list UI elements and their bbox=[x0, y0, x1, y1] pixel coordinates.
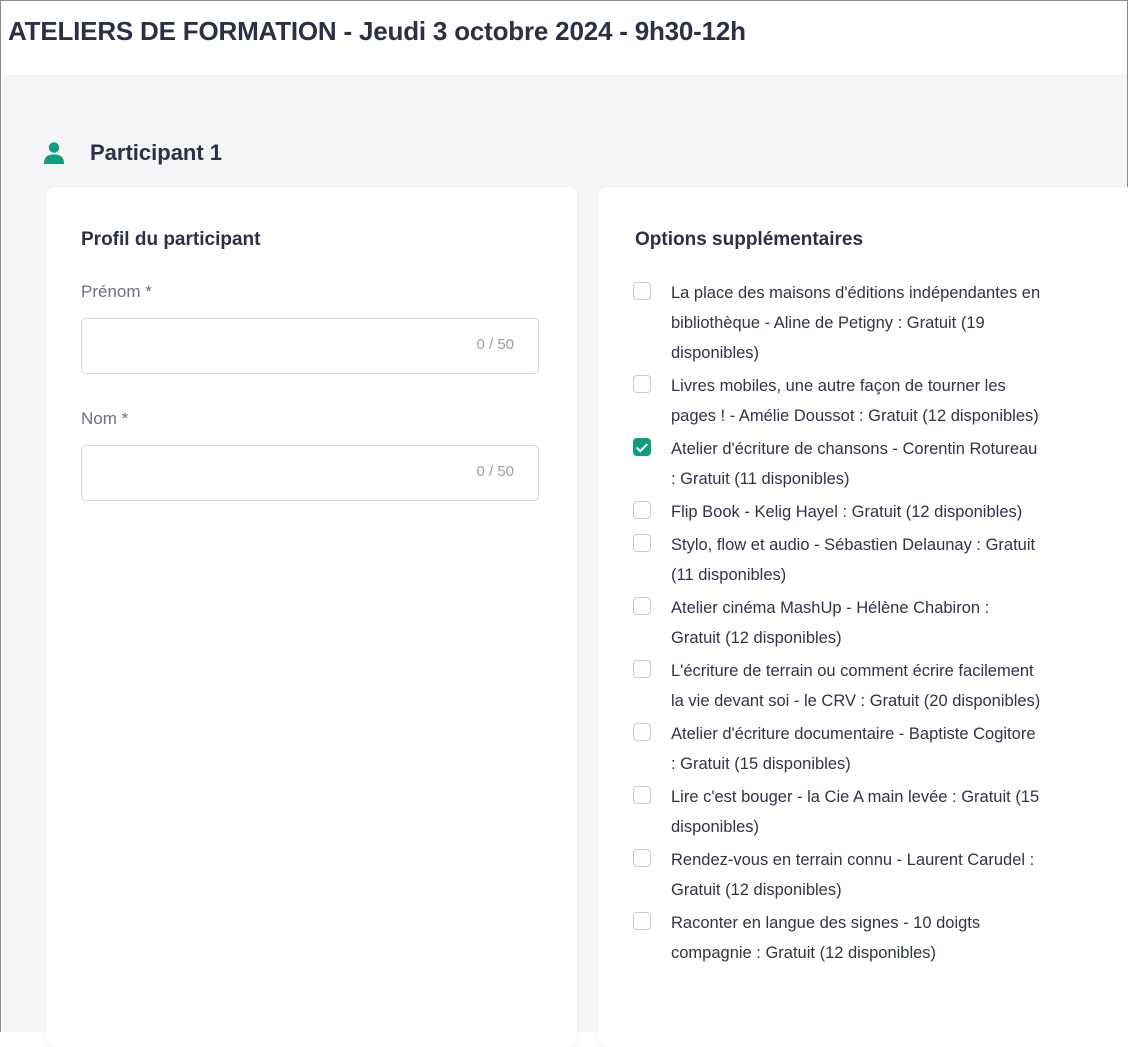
checkbox[interactable] bbox=[633, 501, 651, 519]
option-label: Stylo, flow et audio - Sébastien Delauna… bbox=[671, 536, 1036, 584]
option-item[interactable]: Atelier cinéma MashUp - Hélène Chabiron … bbox=[633, 593, 1103, 653]
page-title: ATELIERS DE FORMATION - Jeudi 3 octobre … bbox=[8, 16, 746, 46]
option-label: Livres mobiles, une autre façon de tourn… bbox=[671, 377, 1039, 425]
checkbox[interactable] bbox=[633, 912, 651, 930]
firstname-counter: 0 / 50 bbox=[476, 336, 514, 353]
person-icon bbox=[42, 141, 66, 165]
checkbox[interactable] bbox=[633, 660, 651, 678]
option-item[interactable]: Flip Book - Kelig Hayel : Gratuit (12 di… bbox=[633, 497, 1103, 527]
option-label: Raconter en langue des signes - 10 doigt… bbox=[671, 914, 981, 962]
checkbox[interactable] bbox=[633, 723, 651, 741]
participant-header: Participant 1 bbox=[42, 135, 222, 171]
profile-card: Profil du participant Prénom * 0 / 50 No… bbox=[46, 187, 577, 1047]
form-content: Participant 1 Profil du participant Prén… bbox=[2, 75, 1128, 1047]
option-label: Atelier d'écriture documentaire - Baptis… bbox=[671, 725, 1036, 773]
option-label: Atelier d'écriture de chansons - Corenti… bbox=[671, 440, 1038, 488]
firstname-field[interactable]: 0 / 50 bbox=[81, 318, 539, 375]
option-item[interactable]: La place des maisons d'éditions indépend… bbox=[633, 278, 1103, 368]
options-card: Options supplémentaires La place des mai… bbox=[598, 187, 1128, 1047]
options-list: La place des maisons d'éditions indépend… bbox=[633, 278, 1103, 971]
checkbox[interactable] bbox=[633, 534, 651, 552]
option-item[interactable]: Lire c'est bouger - la Cie A main levée … bbox=[633, 782, 1103, 842]
title-bar: ATELIERS DE FORMATION - Jeudi 3 octobre … bbox=[2, 2, 1127, 74]
checkbox[interactable] bbox=[633, 375, 651, 393]
option-label: Lire c'est bouger - la Cie A main levée … bbox=[671, 788, 1040, 836]
option-label: Rendez-vous en terrain connu - Laurent C… bbox=[671, 851, 1035, 899]
participant-title: Participant 1 bbox=[90, 140, 223, 165]
profile-title: Profil du participant bbox=[81, 229, 261, 250]
option-label: Atelier cinéma MashUp - Hélène Chabiron … bbox=[671, 599, 990, 647]
option-label: L'écriture de terrain ou comment écrire … bbox=[671, 662, 1041, 710]
checkbox[interactable] bbox=[633, 786, 651, 804]
option-item[interactable]: Rendez-vous en terrain connu - Laurent C… bbox=[633, 845, 1103, 905]
option-item[interactable]: Livres mobiles, une autre façon de tourn… bbox=[633, 371, 1103, 431]
checkbox[interactable] bbox=[633, 282, 651, 300]
option-item[interactable]: Atelier d'écriture documentaire - Baptis… bbox=[633, 719, 1103, 779]
option-item[interactable]: Raconter en langue des signes - 10 doigt… bbox=[633, 908, 1103, 968]
firstname-input[interactable] bbox=[94, 319, 458, 375]
lastname-input[interactable] bbox=[94, 446, 458, 502]
form-frame: ATELIERS DE FORMATION - Jeudi 3 octobre … bbox=[0, 0, 1128, 1047]
lastname-counter: 0 / 50 bbox=[476, 463, 514, 480]
lastname-field[interactable]: 0 / 50 bbox=[81, 445, 539, 502]
options-title: Options supplémentaires bbox=[635, 229, 864, 250]
lastname-label: Nom * bbox=[81, 409, 129, 428]
checkbox-checked[interactable] bbox=[633, 438, 651, 456]
option-label: La place des maisons d'éditions indépend… bbox=[671, 284, 1041, 362]
option-item[interactable]: Stylo, flow et audio - Sébastien Delauna… bbox=[633, 530, 1103, 590]
option-label: Flip Book - Kelig Hayel : Gratuit (12 di… bbox=[671, 503, 1023, 521]
firstname-label: Prénom * bbox=[81, 282, 152, 301]
option-item[interactable]: Atelier d'écriture de chansons - Corenti… bbox=[633, 434, 1103, 494]
checkbox[interactable] bbox=[633, 849, 651, 867]
option-item[interactable]: L'écriture de terrain ou comment écrire … bbox=[633, 656, 1103, 716]
checkbox[interactable] bbox=[633, 597, 651, 615]
